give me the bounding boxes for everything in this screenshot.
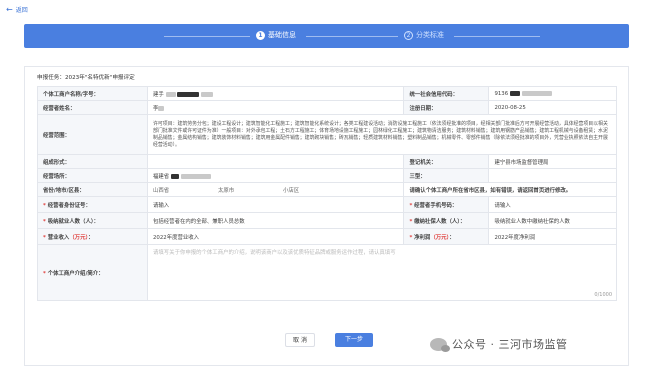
- region-warning: 请确认个体工商户所在省市区县，如有错误，请返回首页进行修改。: [403, 182, 617, 197]
- redaction: [158, 105, 165, 111]
- watermark-text: 公众号 · 三河市场监管: [452, 338, 568, 351]
- operator-value: 李: [146, 100, 405, 115]
- intro-label-text: 个体工商户介绍/简介：: [47, 270, 104, 277]
- org-label: 组成形式：: [37, 154, 148, 169]
- regauth-value: 建宁县市场监督管理局: [488, 154, 617, 169]
- step-line-mid: [306, 36, 398, 37]
- wechat-icon: [430, 337, 450, 352]
- org-value: [146, 154, 405, 169]
- step-line-right: [454, 36, 540, 37]
- table-row: 经营者姓名： 李 注册日期： 2020-08-25: [37, 100, 617, 115]
- province-select[interactable]: 山西省: [153, 186, 218, 194]
- table-row: * 营业收入（万元）： 2022年度营业收入 * 净利润（万元）： 2022年度…: [37, 228, 617, 245]
- scope-value: 许可项目：建筑劳务分包；建设工程设计；建筑智能化工程施工；建筑智能化系统设计；各…: [147, 114, 617, 155]
- profit-label-text: 净利润: [414, 234, 431, 241]
- idcard-label: * 经营者身份证号：: [37, 196, 148, 213]
- step-line-left: [164, 36, 250, 37]
- form-card: 申报任务：2023年"名特优新"申报评定 个体工商户名称/字号： 建手 统一社会…: [24, 66, 629, 366]
- redaction: [180, 173, 211, 179]
- redaction: [200, 91, 213, 97]
- step-classification: 2 分类标准: [404, 30, 444, 40]
- intro-placeholder: 请填写关于你申报的个体工商户的介绍，说明该商户以及该优质特征品牌或服务运作过程，…: [153, 250, 396, 256]
- place-label: 经营场所：: [37, 168, 148, 183]
- step-label: 分类标准: [416, 31, 444, 39]
- table-row: * 个体工商户介绍/简介： 请填写关于你申报的个体工商户的介绍，说明该商户以及该…: [37, 244, 617, 301]
- table-row: 组成形式： 登记机关： 建宁县市场监督管理局: [37, 154, 617, 169]
- profit-unit: （万元）: [430, 234, 450, 241]
- step-bar: 1 基础信息 2 分类标准: [24, 24, 629, 48]
- social-input[interactable]: 吸纳就业人数中缴纳社保的人数: [488, 212, 617, 229]
- phone-input[interactable]: 请输入: [488, 196, 617, 213]
- place-value: 福建省: [146, 168, 405, 183]
- redaction: [521, 90, 552, 96]
- task-title: 申报任务：2023年"名特优新"申报评定: [37, 75, 135, 81]
- redaction: [509, 90, 520, 96]
- phone-label-text: 经营者手机号码：: [414, 202, 458, 209]
- phone-label: * 经营者手机号码：: [403, 196, 490, 213]
- county-select[interactable]: 小店区: [283, 186, 323, 194]
- next-button[interactable]: 下一步: [335, 333, 373, 347]
- step-number: 1: [256, 30, 265, 40]
- revenue-unit: （万元）: [69, 234, 89, 241]
- city-select[interactable]: 太原市: [218, 186, 283, 194]
- type-label: 三型：: [403, 168, 490, 183]
- intro-label: * 个体工商户介绍/简介：: [37, 244, 148, 301]
- region-label: 省份/地市/区县：: [37, 182, 148, 197]
- table-row: 个体工商户名称/字号： 建手 统一社会信用代码： 9136: [37, 86, 617, 101]
- table-row: 经营场所： 福建省 三型：: [37, 168, 617, 183]
- back-link[interactable]: ← 返回: [6, 5, 28, 14]
- name-label: 个体工商户名称/字号：: [37, 86, 148, 101]
- revenue-input[interactable]: 2022年度营业收入: [146, 228, 405, 245]
- back-label: 返回: [15, 7, 28, 14]
- profit-label: * 净利润（万元）：: [403, 228, 490, 245]
- char-counter: 0/1000: [594, 292, 612, 298]
- intro-textarea[interactable]: 请填写关于你申报的个体工商户的介绍，说明该商户以及该优质特征品牌或服务运作过程，…: [147, 244, 617, 301]
- profit-input[interactable]: 2022年度净利润: [488, 228, 617, 245]
- idcard-input[interactable]: 请输入: [146, 196, 405, 213]
- regdate-value: 2020-08-25: [488, 100, 617, 115]
- table-row: * 经营者身份证号： 请输入 * 经营者手机号码： 请输入: [37, 196, 617, 213]
- revenue-label: * 营业收入（万元）：: [37, 228, 148, 245]
- credit-text: 9136: [494, 90, 509, 97]
- table-row: 省份/地市/区县： 山西省 太原市 小店区 请确认个体工商户所在省市区县，如有错误，…: [37, 182, 617, 197]
- step-label: 基础信息: [268, 31, 296, 39]
- step-basic-info: 1 基础信息: [256, 30, 296, 40]
- step-number: 2: [404, 30, 413, 40]
- name-value: 建手: [146, 86, 405, 101]
- table-row: 经营范围： 许可项目：建筑劳务分包；建设工程设计；建筑智能化工程施工；建筑智能化…: [37, 114, 617, 155]
- regauth-label: 登记机关：: [403, 154, 490, 169]
- idcard-label-text: 经营者身份证号：: [47, 202, 91, 209]
- table-row: * 吸纳就业人数（人）： 包括经营者在内的全部、兼职人员总数 * 缴纳社保人数（…: [37, 212, 617, 229]
- revenue-label-text: 营业收入: [47, 234, 70, 241]
- scope-label: 经营范围：: [37, 114, 148, 155]
- info-table: 个体工商户名称/字号： 建手 统一社会信用代码： 9136 经营者姓名： 李 注…: [37, 86, 617, 301]
- name-text: 建手: [153, 91, 164, 98]
- social-label-text: 缴纳社保人数（人）：: [414, 218, 466, 225]
- employ-input[interactable]: 包括经营者在内的全部、兼职人员总数: [146, 212, 405, 229]
- place-text: 福建省: [153, 173, 170, 180]
- arrow-left-icon: ←: [6, 4, 13, 14]
- type-value: [488, 168, 617, 183]
- employ-label: * 吸纳就业人数（人）：: [37, 212, 148, 229]
- credit-label: 统一社会信用代码：: [403, 86, 490, 101]
- employ-label-text: 吸纳就业人数（人）：: [47, 218, 99, 225]
- cancel-button[interactable]: 取 消: [285, 333, 315, 347]
- redaction: [165, 91, 176, 97]
- redaction: [170, 173, 179, 179]
- region-value: 山西省 太原市 小店区: [146, 182, 405, 197]
- operator-label: 经营者姓名：: [37, 100, 148, 115]
- credit-value: 9136: [488, 86, 617, 101]
- social-label: * 缴纳社保人数（人）：: [403, 212, 490, 229]
- redaction: [177, 91, 200, 97]
- watermark: 公众号 · 三河市场监管: [430, 336, 568, 352]
- regdate-label: 注册日期：: [403, 100, 490, 115]
